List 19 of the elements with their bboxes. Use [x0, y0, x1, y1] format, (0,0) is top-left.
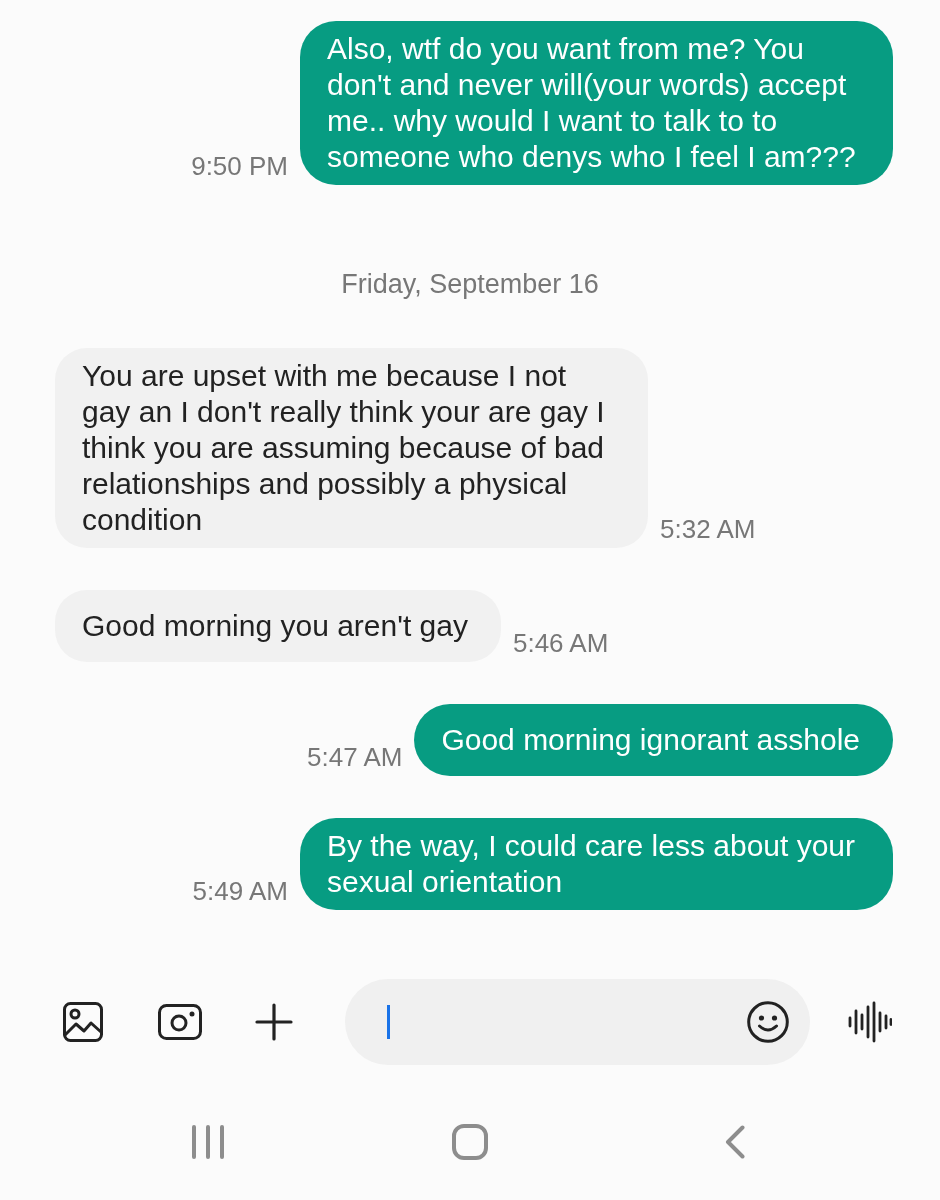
message-time: 5:49 AM — [192, 876, 288, 906]
message-time: 9:50 PM — [191, 151, 288, 181]
home-icon[interactable] — [452, 1124, 488, 1160]
sound-wave-icon[interactable] — [848, 1001, 892, 1043]
sent-message: By the way, I could care less about your sexual orientation — [300, 818, 893, 910]
sent-message: Also, wtf do you want from me? You don't and never will(your words) accept me.. why would I want to talk to to someone who denys who I feel I am??? — [300, 21, 893, 185]
received-message: You are upset with me because I not gay an I don't really think your are gay I think you are assuming because of bad relationships and possibly a physical condition — [55, 348, 648, 548]
camera-icon[interactable] — [158, 1004, 202, 1040]
recent-apps-icon[interactable] — [191, 1125, 225, 1159]
back-icon[interactable] — [725, 1125, 745, 1159]
sent-message: Good morning ignorant asshole — [414, 704, 893, 776]
image-icon[interactable] — [63, 1002, 103, 1042]
message-time: 5:32 AM — [660, 514, 756, 544]
emoji-icon[interactable] — [747, 1001, 789, 1043]
plus-icon[interactable] — [255, 1003, 293, 1041]
date-label: Friday, September 16 — [341, 268, 599, 300]
message-time: 5:47 AM — [307, 742, 403, 772]
received-message: Good morning you aren't gay — [55, 590, 501, 662]
message-time: 5:46 AM — [512, 628, 609, 658]
